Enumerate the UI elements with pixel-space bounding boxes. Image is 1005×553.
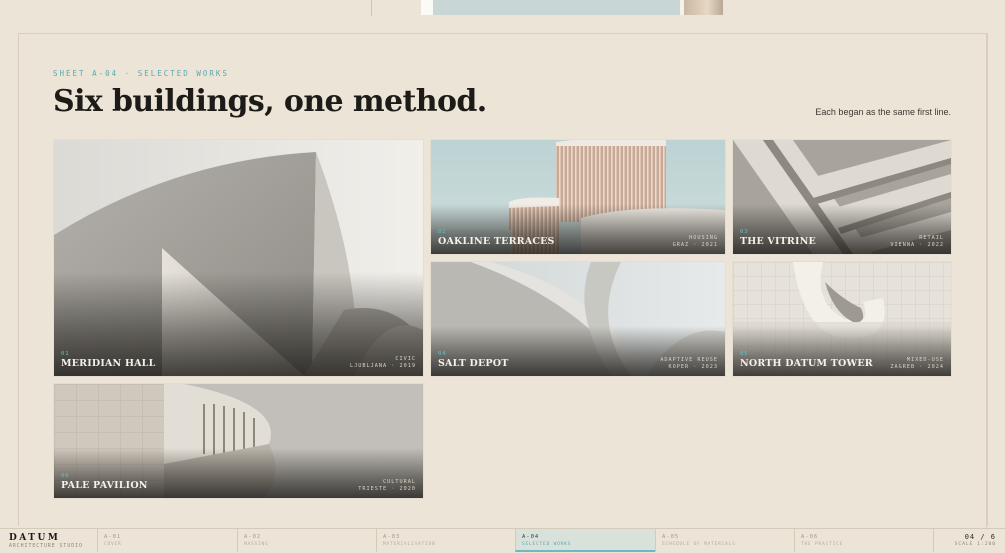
project-number: 06 (61, 473, 70, 479)
previous-sheet-image (421, 0, 723, 15)
scale-indicator: SCALE 1:200 (954, 542, 996, 547)
pager-divider (933, 529, 934, 552)
tab-code: A-03 (383, 534, 401, 540)
page-title: Six buildings, one method. (53, 84, 487, 119)
tab-code: A-02 (244, 534, 262, 540)
brand-logo: DATUM (9, 533, 61, 543)
project-card-oakline-terraces[interactable]: 02 OAKLINE TERRACES HOUSING GRAZ · 2021 (430, 139, 726, 255)
tab-code: A-06 (801, 534, 819, 540)
sheet-right-rule (986, 33, 987, 528)
project-meta: HOUSING GRAZ · 2021 (672, 235, 718, 248)
project-card-the-vitrine[interactable]: 03 THE VITRINE RETAIL VIENNA · 2022 (732, 139, 952, 255)
tab-label: MASSING (244, 542, 269, 547)
project-number: 01 (61, 351, 70, 357)
previous-sheet-rule (371, 0, 372, 16)
project-number: 03 (740, 229, 749, 235)
project-card-north-datum-tower[interactable]: 05 NORTH DATUM TOWER MIXED-USE ZAGREB · 2… (732, 261, 952, 377)
brand[interactable]: DATUM ARCHITECTURE STUDIO (9, 533, 83, 549)
project-card-meridian-hall[interactable]: 01 MERIDIAN HALL CIVIC LJUBLJANA · 2019 (53, 139, 424, 377)
project-name: OAKLINE TERRACES (438, 236, 555, 247)
tab-label: MATERIALISATION (383, 542, 436, 547)
project-meta: MIXED-USE ZAGREB · 2024 (890, 357, 944, 370)
project-name: NORTH DATUM TOWER (740, 358, 873, 369)
brand-subtitle: ARCHITECTURE STUDIO (9, 544, 83, 549)
project-name: THE VITRINE (740, 236, 816, 247)
tab-a01-cover[interactable]: A-01 COVER (97, 529, 237, 552)
project-meta: RETAIL VIENNA · 2022 (890, 235, 944, 248)
pager: 04 / 6 SCALE 1:200 (955, 533, 996, 547)
project-name: MERIDIAN HALL (61, 358, 156, 369)
project-name: SALT DEPOT (438, 358, 509, 369)
tab-a04-selected-works[interactable]: A-04 SELECTED WORKS (515, 529, 655, 552)
project-meta: CULTURAL TRIESTE · 2020 (358, 479, 416, 492)
tab-label: COVER (104, 542, 122, 547)
tab-label: THE PRACTICE (801, 542, 844, 547)
tab-label: SCHEDULE OF MATERIALS (662, 542, 736, 547)
tab-code: A-05 (662, 534, 680, 540)
project-number: 04 (438, 351, 447, 357)
project-card-salt-depot[interactable]: 04 SALT DEPOT ADAPTIVE REUSE KOPER · 2023 (430, 261, 726, 377)
sheet-navigation: DATUM ARCHITECTURE STUDIO A-01 COVER A-0… (0, 528, 1005, 553)
page-indicator: 04 / 6 (964, 533, 996, 541)
tab-a03-materialisation[interactable]: A-03 MATERIALISATION (376, 529, 515, 552)
project-name: PALE PAVILION (61, 480, 148, 491)
tab-label: SELECTED WORKS (522, 542, 572, 547)
project-card-pale-pavilion[interactable]: 06 PALE PAVILION CULTURAL TRIESTE · 2020 (53, 383, 424, 499)
tab-code: A-01 (104, 534, 122, 540)
tab-a02-massing[interactable]: A-02 MASSING (237, 529, 376, 552)
tab-a05-schedule-of-materials[interactable]: A-05 SCHEDULE OF MATERIALS (655, 529, 794, 552)
project-number: 02 (438, 229, 447, 235)
project-meta: CIVIC LJUBLJANA · 2019 (350, 356, 416, 369)
project-meta: ADAPTIVE REUSE KOPER · 2023 (660, 357, 718, 370)
project-number: 05 (740, 351, 749, 357)
tab-code: A-04 (522, 534, 540, 540)
sheet-eyebrow: SHEET A-04 · SELECTED WORKS (53, 69, 229, 78)
sheet-tagline: Each began as the same first line. (815, 107, 951, 117)
tab-a06-the-practice[interactable]: A-06 THE PRACTICE (794, 529, 933, 552)
